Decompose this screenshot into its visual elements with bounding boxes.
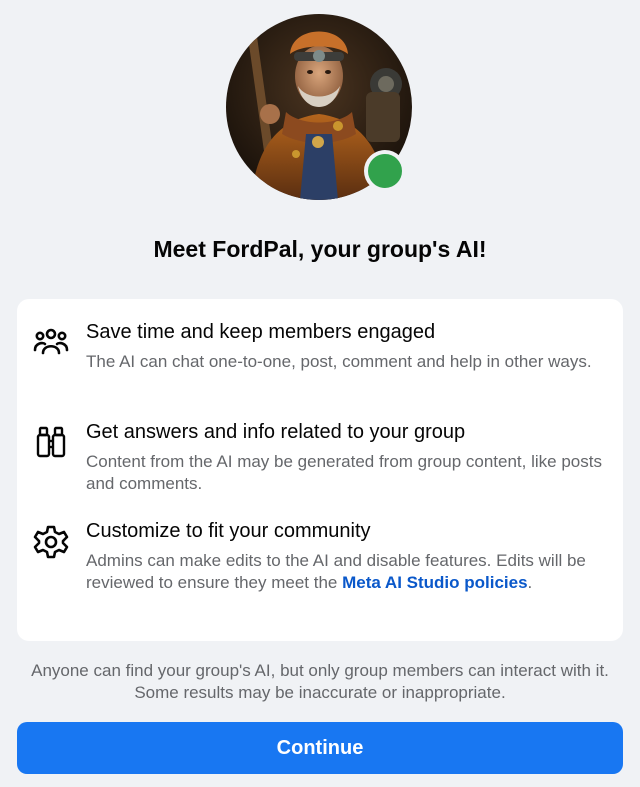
binoculars-icon (33, 425, 69, 461)
features-card: Save time and keep members engaged The A… (17, 299, 623, 641)
gear-icon (33, 524, 69, 560)
feature-title: Save time and keep members engaged (86, 321, 436, 343)
disclaimer-text: Anyone can find your group's AI, but onl… (31, 661, 609, 702)
online-status-dot (364, 150, 406, 192)
continue-button[interactable]: Continue (17, 722, 623, 774)
feature-title: Customize to fit your community (86, 520, 371, 542)
meta-ai-studio-policies-link[interactable]: Meta AI Studio policies (342, 573, 527, 592)
feature-description: Admins can make edits to the AI and disa… (86, 550, 606, 594)
feature-description: The AI can chat one-to-one, post, commen… (86, 352, 592, 371)
ai-avatar (226, 14, 412, 200)
description-end: . (527, 573, 533, 592)
people-icon (33, 325, 69, 361)
feature-title: Get answers and info related to your gro… (86, 421, 466, 443)
page-title: Meet FordPal, your group's AI! (153, 236, 487, 262)
feature-description: Content from the AI may be generated fro… (86, 452, 602, 493)
